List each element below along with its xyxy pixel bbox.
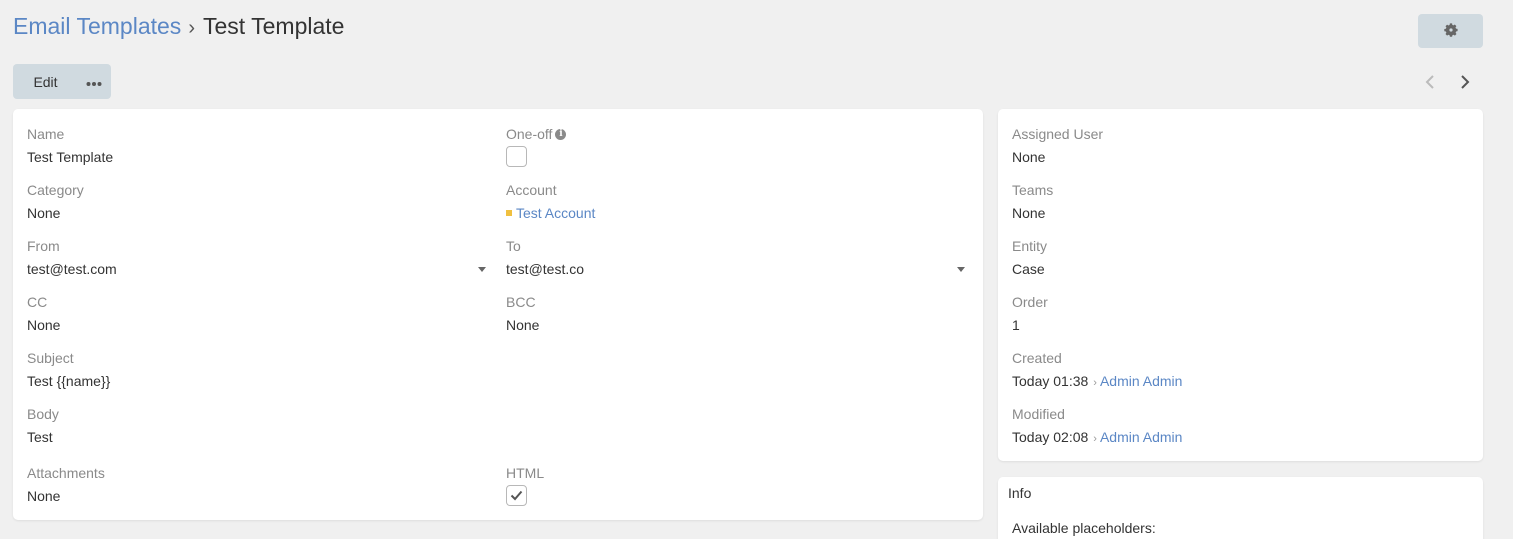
next-record-button[interactable] — [1453, 70, 1477, 94]
field-value: Today 01:38 › Admin Admin — [1012, 372, 1182, 392]
field-label: Subject — [27, 350, 74, 366]
field-html: HTML — [506, 464, 544, 506]
checkmark-icon — [510, 490, 523, 501]
field-created: Created Today 01:38 › Admin Admin — [1012, 349, 1182, 392]
field-name: Name Test Template — [27, 125, 113, 166]
page-title: Test Template — [202, 13, 345, 39]
field-label: Assigned User — [1012, 126, 1104, 142]
breadcrumb-email-templates-link[interactable]: Email Templates — [13, 13, 181, 39]
field-value: None — [27, 488, 61, 504]
gear-icon — [1443, 22, 1459, 41]
record-navigation — [1418, 70, 1478, 94]
ellipsis-icon — [86, 74, 102, 90]
chevron-right-icon — [1461, 75, 1470, 89]
field-to: To test@test.co — [506, 237, 966, 278]
html-checkbox[interactable] — [506, 485, 527, 506]
field-value: None — [1012, 149, 1046, 165]
account-link[interactable]: Test Account — [516, 205, 595, 221]
created-by-link[interactable]: Admin Admin — [1100, 373, 1182, 389]
modified-separator: › — [1093, 433, 1097, 445]
field-label: Attachments — [27, 465, 105, 481]
more-actions-button[interactable] — [77, 64, 111, 99]
field-order: Order 1 — [1012, 293, 1048, 334]
field-bcc: BCC None — [506, 293, 539, 334]
field-modified: Modified Today 02:08 › Admin Admin — [1012, 405, 1182, 448]
modified-by-link[interactable]: Admin Admin — [1100, 429, 1182, 445]
field-attachments: Attachments None — [27, 464, 105, 505]
field-teams: Teams None — [1012, 181, 1053, 222]
field-value: None — [506, 317, 540, 333]
field-value: test@test.com — [27, 261, 117, 277]
field-value: None — [27, 317, 61, 333]
field-value: Test Template — [27, 149, 114, 165]
field-assigned-user: Assigned User None — [1012, 125, 1103, 166]
field-label: HTML — [506, 465, 545, 481]
previous-record-button[interactable] — [1418, 70, 1442, 94]
edit-button[interactable]: Edit — [13, 64, 77, 99]
field-label: One-off i — [506, 125, 567, 143]
field-label: Created — [1012, 350, 1062, 366]
info-icon[interactable]: i — [555, 128, 567, 140]
field-body: Body Test — [27, 405, 59, 446]
modified-date: Today 02:08 — [1012, 429, 1089, 445]
info-panel: Info Available placeholders: — [998, 477, 1483, 539]
field-value: Test Account — [506, 204, 595, 222]
field-cc: CC None — [27, 293, 60, 334]
field-label: To — [506, 238, 521, 254]
breadcrumb-separator: › — [188, 17, 195, 39]
field-value: Today 02:08 › Admin Admin — [1012, 428, 1182, 448]
one-off-checkbox[interactable] — [506, 146, 527, 167]
field-label: Order — [1012, 294, 1048, 310]
field-category: Category None — [27, 181, 84, 222]
from-dropdown-caret-icon[interactable] — [478, 267, 486, 272]
field-value: test@test.co — [506, 261, 585, 277]
field-account: Account Test Account — [506, 181, 595, 222]
field-label: Body — [27, 406, 59, 422]
to-dropdown-caret-icon[interactable] — [957, 267, 965, 272]
field-label: BCC — [506, 294, 536, 310]
settings-button[interactable] — [1418, 14, 1483, 48]
created-separator: › — [1093, 377, 1097, 389]
field-label: Entity — [1012, 238, 1048, 254]
field-label: CC — [27, 294, 48, 310]
field-value: Test — [27, 429, 53, 445]
info-panel-title: Info — [1008, 485, 1032, 501]
field-value: Case — [1012, 261, 1045, 277]
field-value: None — [27, 205, 61, 221]
field-label: Name — [27, 126, 65, 142]
action-button-group: Edit — [13, 64, 111, 99]
field-label: Category — [27, 182, 84, 198]
field-value: 1 — [1012, 317, 1020, 333]
field-label: From — [27, 238, 60, 254]
field-label: Modified — [1012, 406, 1065, 422]
field-subject: Subject Test {{name}} — [27, 349, 110, 390]
page-header: Email Templates › Test Template — [13, 12, 344, 42]
field-label: Teams — [1012, 182, 1054, 198]
field-value: None — [1012, 205, 1046, 221]
field-label: Account — [506, 182, 557, 198]
field-entity: Entity Case — [1012, 237, 1047, 278]
field-from: From test@test.com — [27, 237, 487, 278]
field-one-off: One-off i — [506, 125, 567, 167]
chevron-left-icon — [1425, 75, 1434, 89]
info-placeholders-text: Available placeholders: — [1012, 520, 1156, 536]
account-marker-icon — [506, 210, 512, 216]
detail-panel: Name Test Template One-off i Category Non… — [13, 109, 983, 520]
side-panel: Assigned User None Teams None Entity Cas… — [998, 109, 1483, 461]
field-value: Test {{name}} — [27, 373, 111, 389]
created-date: Today 01:38 — [1012, 373, 1089, 389]
